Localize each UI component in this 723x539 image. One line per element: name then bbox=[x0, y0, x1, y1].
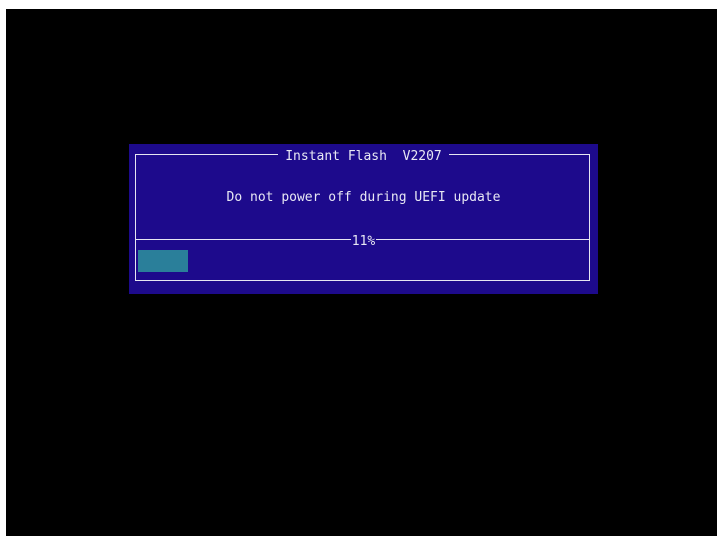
progress-bar bbox=[138, 250, 588, 272]
instant-flash-dialog: Instant Flash V2207 Do not power off dur… bbox=[129, 144, 598, 294]
progress-percent-container: 11% bbox=[129, 232, 598, 250]
progress-percent: 11% bbox=[350, 234, 377, 250]
warning-message: Do not power off during UEFI update bbox=[226, 190, 501, 205]
uefi-screen: Instant Flash V2207 Do not power off dur… bbox=[6, 9, 717, 536]
progress-bar-fill bbox=[138, 250, 188, 272]
